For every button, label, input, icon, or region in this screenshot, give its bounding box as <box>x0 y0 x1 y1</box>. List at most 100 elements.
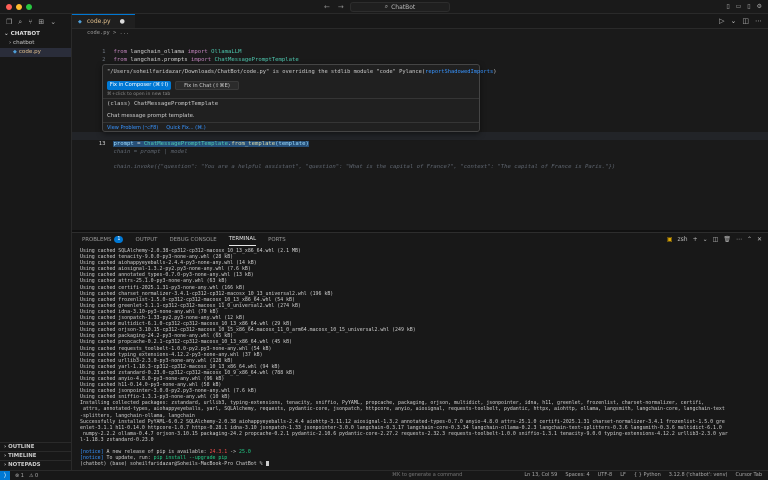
open-in-tab-hint: ⌘+click to open in new tab <box>107 92 171 97</box>
ghost-suggestion-line: chain = prompt | model <box>72 140 768 155</box>
keyword: from <box>113 57 127 63</box>
notepads-label: NOTEPADS <box>8 462 41 468</box>
keyword: import <box>190 57 212 63</box>
arrow: -> <box>227 449 240 456</box>
more-actions-icon[interactable]: ⋯ <box>736 236 742 243</box>
tree-folder-chatbot[interactable]: › chatbot <box>0 39 71 48</box>
files-icon[interactable]: ❐ <box>6 18 12 26</box>
problems-count-badge: 1 <box>114 236 124 243</box>
toggle-sidebar-icon[interactable]: ▯ <box>726 3 729 10</box>
panel-actions: ▣ zsh + ⌄ ◫ 🗑 ⋯ ⌃ ✕ <box>667 236 762 243</box>
unsaved-dot-icon[interactable]: ● <box>120 18 125 25</box>
tab-label: OUTPUT <box>135 236 158 243</box>
chevron-down-icon[interactable]: ⌄ <box>50 18 56 26</box>
tab-ports[interactable]: PORTS <box>268 233 286 246</box>
code-line-13[interactable]: 13 prompt = ChatMessagePromptTemplate.fro… <box>72 132 768 147</box>
explorer-root[interactable]: ⌄ CHATBOT <box>0 30 71 39</box>
upgrade-command: pip install --upgrade pip <box>153 455 228 462</box>
command-center-search[interactable]: ⌕ ChatBot <box>350 2 450 12</box>
shell-prompt: (chatbot) (base) soheilfaridazar@Soheils… <box>80 461 266 468</box>
maximize-panel-icon[interactable]: ⌃ <box>747 236 752 243</box>
back-arrow-icon[interactable]: ← <box>324 3 330 11</box>
notice-text: To update, run: <box>103 455 154 462</box>
code-line-1[interactable]: 1 from langchain_ollama import OllamaLLM <box>72 40 768 55</box>
close-panel-icon[interactable]: ✕ <box>757 236 762 243</box>
kill-terminal-icon[interactable]: 🗑 <box>723 236 731 243</box>
editor-tab-bar: ◆ code.py ● <box>72 14 768 29</box>
fix-in-chat-button[interactable]: Fix in Chat (⇧⌘E) <box>175 81 239 90</box>
split-terminal-icon[interactable]: ◫ <box>713 236 719 243</box>
code-line-2[interactable]: 2 from langchain.prompts import ChatMessa… <box>72 48 768 63</box>
notice-text: A new release of pip is available: <box>103 449 210 456</box>
warnings-count[interactable]: ⚠ 0 <box>29 473 38 479</box>
terminal-cursor <box>265 461 269 467</box>
hover-docstring: Chat message prompt template. <box>107 113 195 119</box>
extensions-icon[interactable]: ⊞ <box>38 18 44 26</box>
terminal-shell-label[interactable]: zsh <box>678 236 688 243</box>
generate-command-hint[interactable]: ⌘K to generate a command <box>392 472 462 478</box>
search-icon[interactable]: ⌕ <box>18 18 22 27</box>
terminal-line: enlet-3.1.1 h11-0.14.0 httpcore-1.0.7 ht… <box>80 424 722 431</box>
tab-code-py[interactable]: ◆ code.py ● <box>72 14 135 28</box>
timeline-section[interactable]: › TIMELINE <box>0 451 72 460</box>
chevron-down-icon[interactable]: ⌄ <box>703 236 708 243</box>
terminal-line: numpy-2.2.2 ollama-0.4.7 orjson-3.10.15 … <box>80 430 728 437</box>
class-name: ChatMessagePromptTemplate <box>211 57 299 63</box>
diagnostic-rule-link[interactable]: reportShadowedImports <box>425 69 493 75</box>
tab-label: code.py <box>86 18 111 25</box>
tab-terminal[interactable]: TERMINAL <box>228 233 257 246</box>
end-of-line[interactable]: LF <box>620 472 626 478</box>
language-label: Python <box>643 472 661 478</box>
cursor-tab[interactable]: Cursor Tab <box>736 472 763 478</box>
source-control-icon[interactable]: ⑂ <box>28 18 32 26</box>
run-icon[interactable]: ▷ <box>719 17 724 25</box>
python-interpreter[interactable]: 3.12.8 ('chatbot': venv) <box>669 472 728 478</box>
new-terminal-icon[interactable]: + <box>693 236 698 243</box>
search-icon: ⌕ <box>384 3 389 10</box>
more-actions-icon[interactable]: ⋯ <box>755 17 762 25</box>
python-file-icon: ◆ <box>13 49 17 55</box>
diagnostic-source-end: ) <box>493 69 497 75</box>
layout-controls: ▯ ▭ ▯ ⚙ <box>726 3 762 10</box>
old-version: 24.3.1 <box>209 449 228 456</box>
hover-actions: View Problem (⌥F8) Quick Fix... (⌘.) <box>103 122 479 132</box>
terminal-line: attrs, annotated-types, aiohappyeyeballs… <box>80 406 725 413</box>
panel-tabs: PROBLEMS 1 OUTPUT DEBUG CONSOLE TERMINAL … <box>72 233 768 246</box>
tab-output[interactable]: OUTPUT <box>135 233 157 246</box>
tab-problems[interactable]: PROBLEMS 1 <box>82 233 124 246</box>
errors-count[interactable]: ⊗ 1 <box>15 473 24 479</box>
language-mode[interactable]: { } Python <box>634 472 661 478</box>
remote-indicator-icon[interactable]: ⟩ <box>0 471 10 480</box>
tab-label: TERMINAL <box>228 236 257 242</box>
quick-fix-link[interactable]: Quick Fix... (⌘.) <box>166 125 205 131</box>
sidebar-toolbar: ❐ ⌕ ⑂ ⊞ ⌄ <box>0 14 71 30</box>
tree-file-code-py[interactable]: ◆ code.py <box>0 48 71 57</box>
indentation[interactable]: Spaces: 4 <box>565 472 589 478</box>
toggle-panel-icon[interactable]: ▭ <box>736 3 742 10</box>
fix-in-composer-button[interactable]: Fix in Composer (⌘⇧I) <box>107 81 171 90</box>
chevron-down-icon[interactable]: ⌄ <box>731 17 737 25</box>
close-window-button[interactable] <box>6 3 12 10</box>
status-bar: ⟩ ⊗ 1 ⚠ 0 ⌘K to generate a command Ln 13… <box>0 470 768 480</box>
ghost-suggestion-line: chain.invoke({"question": "You are a hel… <box>72 155 768 170</box>
split-editor-icon[interactable]: ◫ <box>742 17 749 25</box>
settings-gear-icon[interactable]: ⚙ <box>757 3 762 10</box>
view-problem-link[interactable]: View Problem (⌥F8) <box>107 125 158 131</box>
toggle-secondary-sidebar-icon[interactable]: ▯ <box>747 3 750 10</box>
cursor-position[interactable]: Ln 13, Col 59 <box>524 472 557 478</box>
breadcrumb[interactable]: code.py > ... <box>72 29 768 38</box>
window-controls <box>0 3 32 10</box>
tab-debug-console[interactable]: DEBUG CONSOLE <box>169 233 216 246</box>
outline-section[interactable]: › OUTLINE <box>0 442 72 451</box>
notepads-section[interactable]: › NOTEPADS <box>0 460 72 469</box>
encoding[interactable]: UTF-8 <box>598 472 613 478</box>
forward-arrow-icon[interactable]: → <box>338 3 344 11</box>
warning-text: "/Users/soheilfaridazar/Downloads/ChatBo… <box>107 69 396 75</box>
line-number: 2 <box>102 57 106 63</box>
explorer-root-label: CHATBOT <box>10 31 40 37</box>
editor-area: ◆ code.py ● ▷ ⌄ ◫ ⋯ code.py > ... 1 from … <box>72 14 768 230</box>
terminal-output[interactable]: Using cached SQLAlchemy-2.0.38-cp312-cp3… <box>80 248 764 468</box>
minimize-window-button[interactable] <box>16 3 22 10</box>
status-left: ⟩ ⊗ 1 ⚠ 0 <box>0 471 38 480</box>
maximize-window-button[interactable] <box>26 3 32 10</box>
